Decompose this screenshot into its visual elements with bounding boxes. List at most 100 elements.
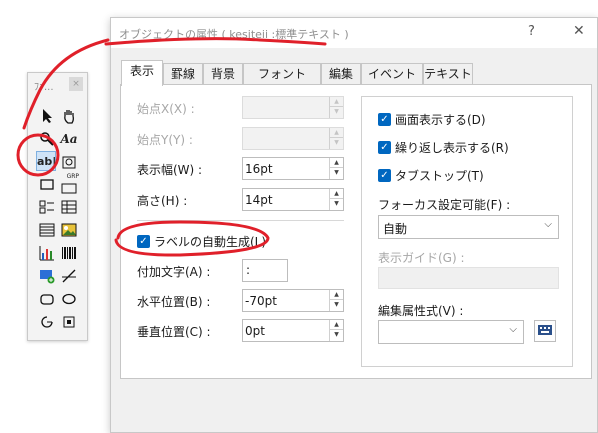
width-value: 16pt (245, 162, 273, 176)
show-on-screen-label: 画面表示する(D) (395, 113, 486, 127)
height-up-button[interactable]: ▲ (330, 189, 343, 199)
pointer-tool[interactable] (37, 106, 57, 126)
arc-icon (41, 316, 53, 328)
width-spinner[interactable]: 16pt ▲ ▼ (242, 157, 344, 180)
ellipse-tool[interactable] (59, 289, 79, 309)
chevron-down-icon: ⌵ (509, 324, 517, 335)
vertical-position-spinner[interactable]: 0pt ▲ ▼ (242, 319, 344, 342)
display-options-group: ✓ 画面表示する(D) ✓ 繰り返し表示する(R) ✓ タブストップ(T) フォ… (361, 96, 573, 367)
width-up-button[interactable]: ▲ (330, 158, 343, 168)
text-tool[interactable]: Aa (59, 129, 79, 149)
object-properties-dialog: オブジェクトの属性 ( kesiteii :標準テキスト ) ? ✕ 表示 罫線… (110, 17, 598, 433)
edit-attribute-button[interactable] (534, 320, 556, 342)
frame-tool[interactable] (59, 312, 79, 332)
zoom-tool[interactable] (37, 129, 57, 149)
chevron-down-icon: ⌵ (544, 219, 552, 230)
tab-stop-checkbox[interactable]: ✓ (378, 169, 391, 182)
width-down-button[interactable]: ▼ (330, 168, 343, 178)
edit-attribute-label: 編集属性式(V) : (378, 304, 464, 318)
arc-tool[interactable] (37, 312, 57, 332)
group-tool[interactable]: GRP (59, 173, 79, 194)
barcode-tool[interactable] (59, 243, 79, 263)
help-button[interactable]: ? (528, 24, 535, 39)
display-guide-label: 表示ガイド(G) : (378, 251, 465, 265)
frame-icon (63, 316, 75, 328)
tab-text[interactable]: テキスト (423, 63, 473, 85)
down-arrow-icon: ▼ (334, 108, 339, 115)
append-text-input[interactable]: : (242, 259, 288, 282)
bar-chart-icon (39, 246, 54, 261)
tab-stop-label: タブストップ(T) (395, 169, 484, 183)
picture-icon (61, 223, 77, 237)
checklist-icon (39, 200, 54, 214)
group-icon (61, 183, 77, 194)
vertical-position-value: 0pt (245, 324, 265, 338)
label-tool[interactable]: ab| (36, 151, 56, 171)
list-grid-icon (39, 223, 55, 237)
line-icon (62, 269, 76, 283)
display-guide-input (378, 267, 559, 289)
horizontal-up-button[interactable]: ▲ (330, 290, 343, 300)
image-tool[interactable] (59, 220, 79, 240)
stamp-icon (62, 156, 76, 169)
checkbox-tool[interactable] (37, 197, 57, 217)
hand-tool[interactable] (59, 106, 79, 126)
ellipse-icon (62, 293, 76, 305)
up-arrow-icon: ▲ (330, 97, 343, 107)
add-field-tool[interactable] (37, 266, 57, 286)
auto-label-checkbox[interactable]: ✓ (137, 235, 150, 248)
start-x-label: 始点X(X) : (137, 102, 195, 116)
repeat-display-checkbox[interactable]: ✓ (378, 141, 391, 154)
rectangle-tool[interactable] (37, 174, 57, 194)
tab-font[interactable]: フォント (243, 63, 321, 85)
tab-event[interactable]: イベント (361, 63, 423, 85)
line-tool[interactable] (59, 266, 79, 286)
hand-icon (64, 110, 74, 124)
close-button[interactable]: ✕ (573, 23, 585, 39)
table-tool[interactable] (59, 197, 79, 217)
height-value: 14pt (245, 193, 273, 207)
tab-border[interactable]: 罫線 (163, 63, 203, 85)
auto-label-text: ラベルの自動生成(L) (154, 235, 267, 249)
edit-attribute-dropdown[interactable]: ⌵ (378, 320, 524, 344)
horizontal-position-spinner[interactable]: -70pt ▲ ▼ (242, 289, 344, 312)
down-arrow-icon: ▼ (334, 139, 339, 146)
start-x-spinner: ▲ ▼ (242, 96, 344, 119)
toolbox-close-button[interactable]: × (69, 77, 83, 91)
vertical-up-button[interactable]: ▲ (330, 320, 343, 330)
tab-display[interactable]: 表示 (121, 60, 163, 86)
dialog-title: オブジェクトの属性 ( kesiteii :標準テキスト ) (119, 28, 349, 41)
add-field-icon (40, 270, 55, 284)
list-tool[interactable] (37, 220, 57, 240)
group-tool-label: GRP (66, 173, 79, 180)
tab-background[interactable]: 背景 (203, 63, 243, 85)
append-text-label: 付加文字(A) : (137, 265, 211, 279)
start-y-spinner: ▲ ▼ (242, 127, 344, 150)
magnifier-icon (40, 132, 54, 146)
horizontal-position-label: 水平位置(B) : (137, 295, 211, 309)
width-label: 表示幅(W) : (137, 163, 203, 177)
repeat-display-label: 繰り返し表示する(R) (395, 141, 509, 155)
horizontal-down-button[interactable]: ▼ (330, 300, 343, 310)
vertical-down-button[interactable]: ▼ (330, 330, 343, 340)
height-spinner[interactable]: 14pt ▲ ▼ (242, 188, 344, 211)
barcode-icon (62, 247, 76, 259)
rectangle-icon (40, 179, 54, 190)
vertical-position-label: 垂直位置(C) : (137, 325, 211, 339)
chart-tool[interactable] (37, 243, 57, 263)
start-y-label: 始点Y(Y) : (137, 133, 193, 147)
toolbox-palette: ﾌｧ... × Aa ab| GRP (27, 72, 88, 341)
rounded-rect-tool[interactable] (37, 289, 57, 309)
show-on-screen-checkbox[interactable]: ✓ (378, 113, 391, 126)
separator (137, 220, 344, 221)
up-arrow-icon: ▲ (330, 128, 343, 138)
focus-dropdown[interactable]: 自動 ⌵ (378, 215, 559, 239)
rounded-rectangle-icon (40, 294, 54, 305)
tab-edit[interactable]: 編集 (321, 63, 361, 85)
focus-label: フォーカス設定可能(F) : (378, 198, 511, 212)
stamp-tool[interactable] (59, 152, 79, 172)
height-down-button[interactable]: ▼ (330, 199, 343, 209)
focus-value: 自動 (383, 222, 408, 236)
title-bar: オブジェクトの属性 ( kesiteii :標準テキスト ) ? ✕ (111, 18, 597, 48)
pointer-icon (43, 109, 52, 123)
